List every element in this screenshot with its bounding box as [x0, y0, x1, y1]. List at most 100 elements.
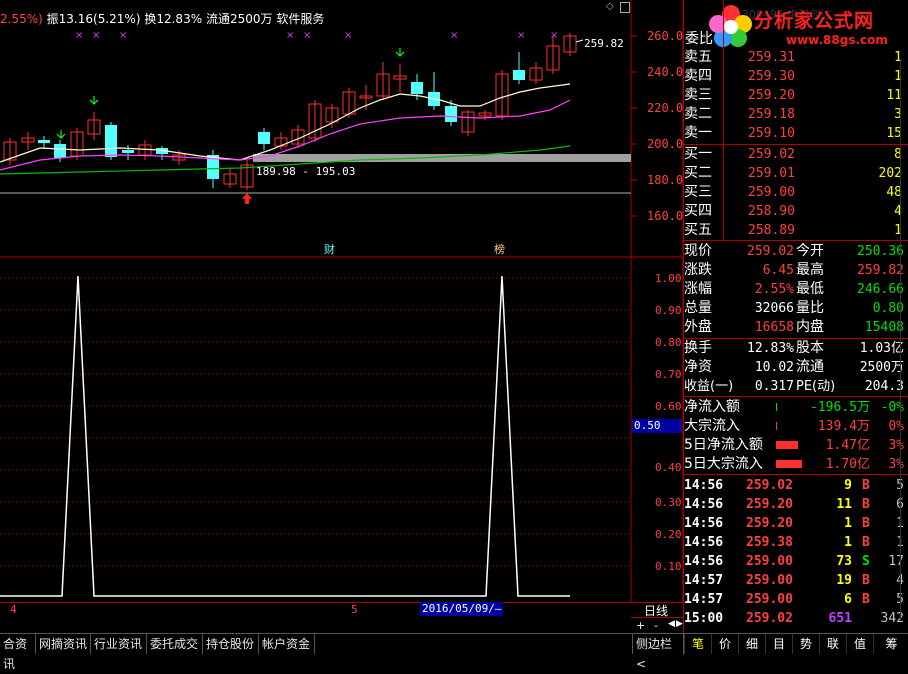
tab-target[interactable]: 目: [765, 634, 792, 654]
indicator-y-tick: 0.80: [655, 336, 682, 349]
main-y-tick: 240.0: [647, 65, 683, 79]
quote-label: 最高: [796, 262, 824, 278]
quote-value: 246.66: [857, 282, 904, 297]
indicator-current-value: 0.50: [632, 419, 682, 433]
candlestick-chart[interactable]: 260.0 240.0 220.0 200.0 180.0 160.0 × × × …: [0, 0, 684, 258]
tab-trades[interactable]: 笔: [684, 634, 711, 654]
svg-text:×: ×: [119, 30, 127, 41]
flow-label: 5日净流入额: [684, 437, 763, 453]
ask-price: 259.31: [748, 50, 795, 65]
flow-row: 5日大宗流入 1.70亿 3%: [684, 455, 906, 474]
tick-row: 14:57 259.00 6 B 5: [684, 590, 906, 609]
ask-price: 259.10: [748, 126, 795, 141]
sidebar-toggle[interactable]: 侧边栏<: [632, 634, 684, 671]
tab-value[interactable]: 值: [846, 634, 873, 654]
flow-value: 139.4万: [817, 419, 870, 434]
fundamental-label: 换手: [684, 340, 712, 356]
bid-row[interactable]: 买五 258.89 1: [684, 221, 906, 240]
tab-price[interactable]: 价: [711, 634, 738, 654]
flow-label: 大宗流入: [684, 418, 740, 434]
flow-value: -196.5万: [810, 400, 870, 415]
bid-price: 258.89: [748, 223, 795, 238]
fundamental-value: 10.02: [754, 360, 794, 375]
tick-row: 14:57 259.00 19 B 4: [684, 571, 906, 590]
scrollbar[interactable]: [900, 60, 907, 620]
divider: [684, 474, 908, 475]
indicator-y-tick: 0.30: [655, 496, 682, 509]
tick-price: 259.38: [746, 535, 793, 550]
indicator-y-tick: 0.20: [655, 528, 682, 541]
quote-label: 外盘: [684, 319, 712, 335]
up-arrow-icon: [242, 193, 252, 204]
indicator-y-tick: 0.10: [655, 560, 682, 573]
tick-price: 259.02: [746, 478, 793, 493]
bid-row[interactable]: 买三 259.00 48: [684, 183, 906, 202]
bid-price: 259.00: [748, 185, 795, 200]
indicator-y-tick: 0.70: [655, 368, 682, 381]
bid-label: 买二: [684, 165, 712, 181]
ask-price: 259.20: [748, 88, 795, 103]
fundamental-value: 2500万: [859, 360, 904, 375]
tab-linked[interactable]: 联: [819, 634, 846, 654]
fundamental-label: 净资: [684, 359, 712, 375]
ranking-marker[interactable]: 榜: [494, 242, 505, 256]
tick-time: 14:57: [684, 573, 724, 588]
bid-row[interactable]: 买二 259.01 202: [684, 164, 906, 183]
tab-comprehensive-info[interactable]: 合资讯: [0, 634, 36, 671]
svg-text:×: ×: [75, 30, 83, 41]
tick-side: S: [862, 554, 870, 569]
tick-side: B: [862, 535, 870, 550]
bid-volume: 202: [878, 166, 902, 181]
tab-trend[interactable]: 势: [792, 634, 819, 654]
tick-time: 14:56: [684, 497, 724, 512]
ask-price: 259.30: [748, 69, 795, 84]
tab-industry-info[interactable]: 行业资讯: [91, 634, 147, 654]
main-y-tick: 220.0: [647, 101, 683, 115]
quote-value: 259.82: [857, 263, 904, 278]
scroll-left-icon[interactable]: ◀: [668, 619, 675, 629]
zoom-in-button[interactable]: +: [636, 619, 645, 632]
tick-price: 259.00: [746, 573, 793, 588]
quote-row: 现价 259.02 今开 250.36: [684, 242, 906, 261]
bid-row[interactable]: 买四 258.90 4: [684, 202, 906, 221]
max-price-label: 259.82: [584, 37, 624, 50]
finance-marker[interactable]: 财: [324, 242, 335, 256]
tab-holdings[interactable]: 持仓股份: [203, 634, 259, 654]
indicator-chart[interactable]: 1.00 0.90 0.80 0.70 0.60 0.40 0.30 0.20 …: [0, 258, 684, 602]
quote-row: 总量 32066 量比 0.80: [684, 299, 906, 318]
fundamental-value: 0.317: [754, 379, 794, 394]
fundamental-value: 204.3: [864, 379, 904, 394]
bid-row[interactable]: 买一 259.02 8: [684, 145, 906, 164]
tab-web-info[interactable]: 网摘资讯: [36, 634, 91, 654]
quote-row: 涨跌 6.45 最高 259.82: [684, 261, 906, 280]
ask-row[interactable]: 卖三 259.20 11: [684, 86, 906, 105]
ask-label: 卖一: [684, 125, 712, 141]
flow-bar: [776, 422, 777, 430]
ask-row[interactable]: 卖二 259.18 3: [684, 105, 906, 124]
lower-strip: [0, 617, 631, 633]
scroll-right-icon[interactable]: ▶: [676, 619, 683, 629]
svg-text:×: ×: [286, 30, 294, 41]
zoom-out-button[interactable]: -: [654, 619, 658, 632]
ask-row[interactable]: 卖五 259.31 1: [684, 48, 906, 67]
fundamental-value: 12.83%: [747, 341, 794, 356]
indicator-y-tick: 0.40: [655, 461, 682, 474]
quote-value: 6.45: [762, 263, 794, 278]
quote-label: 量比: [796, 300, 824, 316]
indicator-line: [0, 275, 570, 597]
tick-price: 259.20: [746, 497, 793, 512]
quote-label: 涨跌: [684, 262, 712, 278]
indicator-y-tick: 1.00: [655, 272, 682, 285]
ma-line-white: [0, 83, 571, 163]
period-button[interactable]: 日线: [644, 602, 668, 619]
main-y-axis: [631, 35, 637, 217]
quote-label: 总量: [684, 300, 712, 316]
cursor-date: 2016/05/09/—: [420, 602, 504, 616]
tab-account[interactable]: 帐户资金: [259, 634, 315, 654]
ask-row[interactable]: 卖四 259.30 1: [684, 67, 906, 86]
tab-orders[interactable]: 委托成交: [147, 634, 203, 654]
tab-chips[interactable]: 筹: [873, 634, 908, 654]
tab-detail[interactable]: 细: [738, 634, 765, 654]
quote-value: 250.36: [857, 244, 904, 259]
ask-row[interactable]: 卖一 259.10 15: [684, 124, 906, 143]
